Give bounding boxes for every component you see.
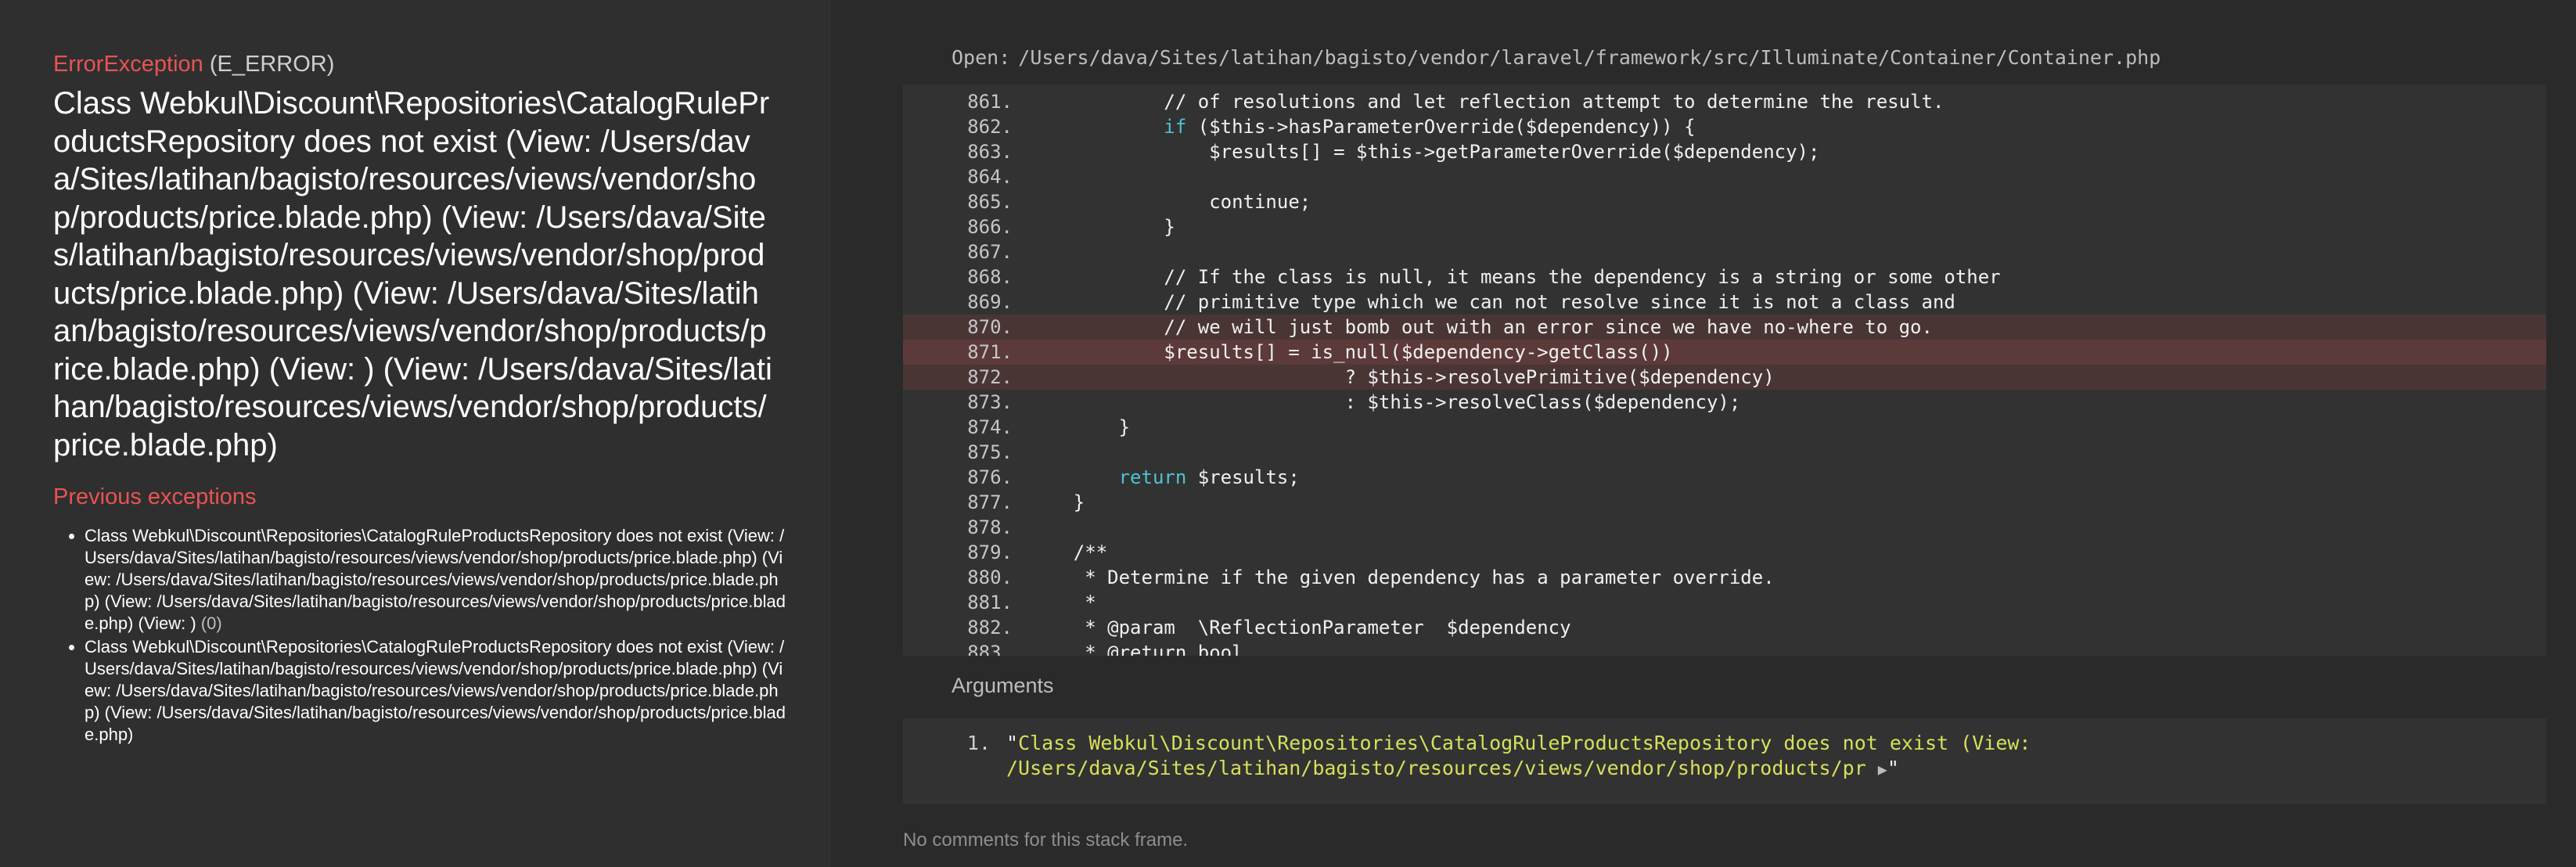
code-text: if ($this->hasParameterOverride($depende… [1164,116,1696,138]
code-text: } [1028,491,1085,513]
line-number: 880. [967,567,1013,588]
code-line: 868. // If the class is null, it means t… [903,264,2546,290]
no-comments-text: No comments for this stack frame. [903,829,1189,851]
line-number: 876. [967,466,1013,488]
argument-number: 1. [966,732,991,754]
code-line: 864. [903,164,2546,189]
code-text: // of resolutions and let reflection att… [1028,91,1945,113]
code-line: 883. * @return bool [903,640,2546,656]
code-line: 867. [903,239,2546,264]
code-line: 862. if ($this->hasParameterOverride($de… [903,114,2546,139]
line-number: 874. [967,416,1013,438]
exception-panel: ErrorException (E_ERROR) Class Webkul\Di… [0,0,831,867]
code-text: // primitive type which we can not resol… [1028,291,1955,313]
code-snippet: 861. // of resolutions and let reflectio… [903,85,2546,656]
previous-exception-item: Class Webkul\Discount\Repositories\Catal… [85,636,789,746]
line-number: 866. [967,216,1013,238]
previous-exception-index: (0) [200,613,222,633]
code-line: 872. ? $this->resolvePrimitive($dependen… [903,365,2546,390]
line-number: 868. [967,266,1013,288]
frame-details-panel: Open: /Users/dava/Sites/latihan/bagisto/v… [831,0,2576,867]
expand-icon[interactable]: ▶ [1878,760,1887,779]
argument-value: "Class Webkul\Discount\Repositories\Cata… [1006,731,2039,782]
code-text: } [1028,216,1175,238]
line-number: 871. [967,341,1013,363]
code-line: 871. $results[] = is_null($dependency->g… [903,340,2546,365]
code-text: * @return bool [1028,642,1243,656]
code-text: $results[] = is_null($dependency->getCla… [1028,341,1673,363]
exception-name: ErrorException [53,52,203,77]
code-line: 876. return $results; [903,465,2546,490]
line-number: 872. [967,366,1013,388]
code-line: 873. : $this->resolveClass($dependency); [903,390,2546,415]
code-line: 870. // we will just bomb out with an er… [903,315,2546,340]
line-number: 883. [967,642,1013,656]
code-line: 869. // primitive type which we can not … [903,290,2546,315]
previous-exceptions-list: Class Webkul\Discount\Repositories\Catal… [53,525,789,746]
open-file-link[interactable]: Open: /Users/dava/Sites/latihan/bagisto/v… [952,44,2535,72]
code-line: 861. // of resolutions and let reflectio… [903,89,2546,114]
code-text: * [1028,592,1096,613]
line-number: 878. [967,516,1013,538]
argument-row: 1. "Class Webkul\Discount\Repositories\C… [903,731,2546,782]
code-line: 881. * [903,590,2546,615]
previous-exception-item: Class Webkul\Discount\Repositories\Catal… [85,525,789,635]
exception-code: (E_ERROR) [209,52,335,77]
previous-exception-text: Class Webkul\Discount\Repositories\Catal… [85,526,786,633]
arguments-title: Arguments [952,674,1054,697]
code-line: 863. $results[] = $this->getParameterOve… [903,139,2546,164]
line-number: 867. [967,241,1013,263]
code-line: 866. } [903,214,2546,239]
line-number: 882. [967,617,1013,639]
whoops-error-page: ErrorException (E_ERROR) Class Webkul\Di… [0,0,2576,867]
code-line: 874. } [903,415,2546,440]
code-text: continue; [1028,191,1311,213]
previous-exceptions-title: Previous exceptions [53,484,257,509]
arguments-list: 1. "Class Webkul\Discount\Repositories\C… [903,718,2546,804]
code-text: } [1028,416,1131,438]
file-path: /Users/dava/Sites/latihan/bagisto/vendor… [1018,46,2161,69]
line-number: 875. [967,441,1013,463]
code-line: 882. * @param \ReflectionParameter $depe… [903,615,2546,640]
open-label: Open: [952,46,1011,69]
argument-close-quote: " [1887,757,1899,779]
code-line: 880. * Determine if the given dependency… [903,565,2546,590]
line-number: 861. [967,91,1013,113]
code-text: /** [1028,541,1108,563]
exception-message: Class Webkul\Discount\Repositories\Catal… [53,86,772,462]
line-number: 881. [967,592,1013,613]
code-text: ? $this->resolvePrimitive($dependency) [1028,366,1775,388]
code-line: 878. [903,515,2546,540]
code-text: : $this->resolveClass($dependency); [1028,391,1741,413]
line-number: 865. [967,191,1013,213]
code-text: $results[] = $this->getParameterOverride… [1028,141,1820,163]
line-number: 879. [967,541,1013,563]
line-number: 877. [967,491,1013,513]
exception-type: ErrorException (E_ERROR) [53,49,797,80]
line-number: 873. [967,391,1013,413]
code-text: // If the class is null, it means the de… [1028,266,2001,288]
code-text: * @param \ReflectionParameter $dependenc… [1028,617,1571,639]
previous-exception-text: Class Webkul\Discount\Repositories\Catal… [85,637,786,744]
line-number: 863. [967,141,1013,163]
line-number: 864. [967,166,1013,188]
code-line: 875. [903,440,2546,465]
line-number: 869. [967,291,1013,313]
argument-open-quote: " [1006,732,1019,754]
code-text: // we will just bomb out with an error s… [1028,316,1933,338]
code-line: 877. } [903,490,2546,515]
code-text: return $results; [1118,466,1300,488]
code-line: 879. /** [903,540,2546,565]
code-line: 865. continue; [903,189,2546,214]
line-number: 870. [967,316,1013,338]
line-number: 862. [967,116,1013,138]
code-text: * Determine if the given dependency has … [1028,567,1775,588]
